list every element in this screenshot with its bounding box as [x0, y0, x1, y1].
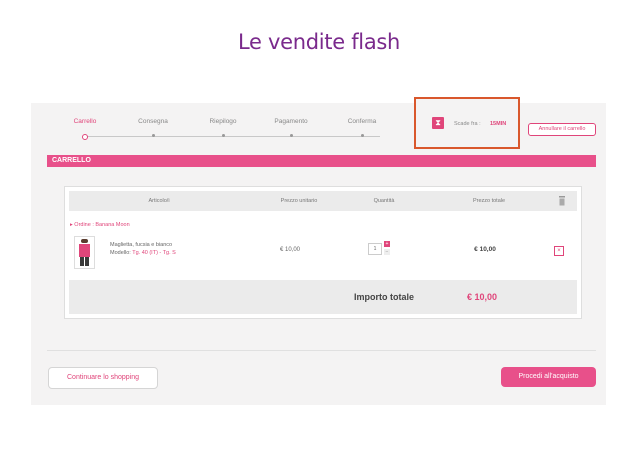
header-total-price: Prezzo totale	[472, 198, 506, 204]
divider	[47, 350, 596, 351]
timer-highlight-box: ⧗ Scade fra : 15MIN	[414, 97, 520, 149]
cart-table: Articolo/i Prezzo unitario Quantità Prez…	[64, 186, 582, 319]
step-label: Carrello	[73, 118, 97, 125]
cancel-cart-button[interactable]: Annullare il carrello	[528, 123, 596, 136]
product-model: Modello: Tg. 40 (IT) - Tg. S	[110, 250, 176, 256]
total-row: Importo totale € 10,00	[69, 280, 577, 314]
step-dot	[360, 134, 364, 137]
step-confirm[interactable]: Conferma	[332, 118, 392, 137]
timer-value: 15MIN	[490, 121, 507, 127]
header-unit-price: Prezzo unitario	[280, 198, 318, 204]
step-label: Conferma	[347, 118, 377, 125]
hourglass-icon: ⧗	[432, 117, 444, 129]
order-label: Ordine : Banana Moon	[74, 222, 130, 228]
step-dot	[289, 134, 293, 137]
header-quantity: Quantità	[373, 198, 395, 204]
product-name: Maglietta, fucsia e bianco	[110, 242, 173, 248]
line-total-price: € 10,00	[474, 246, 496, 253]
unit-price: € 10,00	[279, 247, 301, 253]
quantity-input[interactable]: 1	[368, 243, 382, 255]
slide-title: Le vendite flash	[237, 30, 401, 54]
timer-label: Scade fra :	[454, 121, 481, 127]
total-value: € 10,00	[467, 292, 498, 302]
proceed-checkout-button[interactable]: Procedi all'acquisto	[501, 367, 596, 387]
header-articles: Articolo/i	[148, 198, 170, 204]
step-dot	[82, 134, 88, 140]
checkout-steps: Carrello Consegna Riepilogo Pagamento Co…	[65, 118, 405, 140]
step-dot	[151, 134, 155, 137]
quantity-plus-button[interactable]: +	[384, 241, 390, 247]
total-label: Importo totale	[354, 292, 414, 302]
cart-section-bar: CARRELLO	[47, 155, 596, 167]
step-delivery[interactable]: Consegna	[123, 118, 183, 137]
model-value: Tg. 40 (IT) - Tg. S	[132, 250, 176, 256]
product-image[interactable]	[74, 236, 95, 269]
step-payment[interactable]: Pagamento	[261, 118, 321, 137]
remove-item-button[interactable]: ×	[554, 246, 564, 256]
step-label: Riepilogo	[209, 118, 237, 125]
step-summary[interactable]: Riepilogo	[193, 118, 253, 137]
step-dot	[221, 134, 225, 137]
table-header: Articolo/i Prezzo unitario Quantità Prez…	[69, 191, 577, 211]
trash-icon[interactable]	[558, 196, 566, 206]
order-brand-link[interactable]: ▸ Ordine : Banana Moon	[70, 222, 130, 228]
step-cart[interactable]: Carrello	[55, 118, 115, 140]
continue-shopping-button[interactable]: Continuare lo shopping	[48, 367, 158, 389]
step-label: Pagamento	[274, 118, 308, 125]
quantity-minus-button[interactable]: −	[384, 249, 390, 255]
step-label: Consegna	[138, 118, 168, 125]
model-prefix: Modello:	[110, 250, 131, 256]
